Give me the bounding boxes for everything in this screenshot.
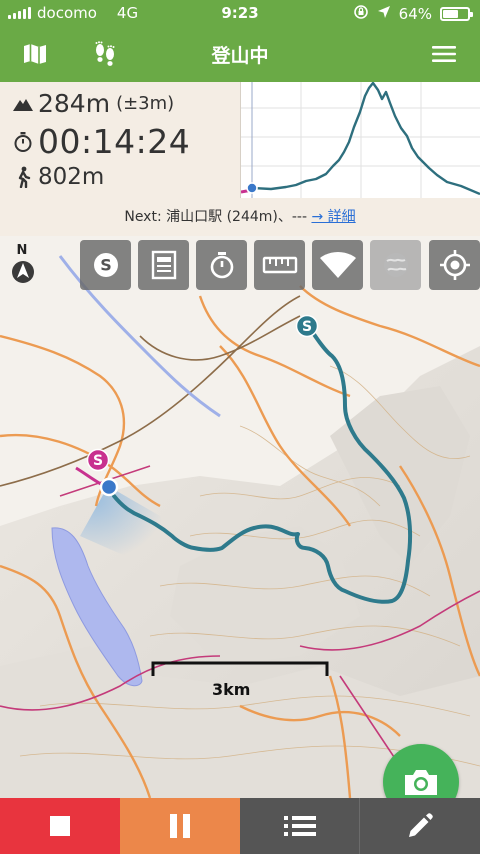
stop-icon <box>50 816 70 836</box>
edit-button[interactable] <box>360 798 480 854</box>
scale-label: 3km <box>212 680 251 699</box>
mountain-icon <box>12 93 34 115</box>
status-bar: docomo 4G 9:23 64% <box>0 0 480 27</box>
altitude-stat: 284m (±3m) <box>12 89 174 118</box>
distance-stat: 802m <box>12 164 104 190</box>
page-title: 登山中 <box>211 45 269 67</box>
bottom-action-bar <box>0 798 480 854</box>
signal-icon[interactable] <box>312 240 363 290</box>
svg-text:S: S <box>100 256 112 275</box>
app-header: docomo 4G 9:23 64% 登山中 <box>0 0 480 82</box>
walker-icon <box>12 166 34 188</box>
pause-button[interactable] <box>120 798 240 854</box>
track-start-marker[interactable]: S <box>86 448 110 472</box>
elevation-curve <box>251 81 480 196</box>
battery-percent: 64% <box>398 5 432 23</box>
pause-icon <box>170 814 190 838</box>
svg-text:N: N <box>17 243 28 258</box>
svg-text:S: S <box>302 319 312 335</box>
elevation-profile[interactable] <box>240 81 480 198</box>
stopwatch-icon[interactable] <box>196 240 247 290</box>
locate-icon[interactable] <box>429 240 480 290</box>
stopwatch-icon <box>12 131 34 153</box>
list-icon <box>283 816 316 836</box>
rotation-lock-icon <box>353 4 369 24</box>
map-view[interactable]: S S N S 3km <box>0 236 480 798</box>
tracking-info-panel: 284m (±3m) 00:14:24 802m Next: 浦山口駅 (244… <box>0 81 480 236</box>
hamburger-menu-icon[interactable] <box>427 38 461 70</box>
battery-icon <box>440 7 473 21</box>
camera-icon <box>405 770 437 795</box>
elapsed-time-value: 00:14:24 <box>38 122 191 161</box>
map-toolbar: S <box>80 240 480 290</box>
ruler-icon[interactable] <box>254 240 305 290</box>
nav-bar: 登山中 <box>0 27 480 82</box>
list-button[interactable] <box>240 798 360 854</box>
start-point-icon[interactable]: S <box>80 240 131 290</box>
notes-icon[interactable] <box>138 240 189 290</box>
current-position-dot <box>246 182 258 194</box>
next-waypoint-text: Next: 浦山口駅 (244m)、--- <box>124 209 308 225</box>
stats: 284m (±3m) 00:14:24 802m <box>0 82 240 198</box>
compass-icon[interactable]: N <box>8 242 38 286</box>
altitude-value: 284m <box>38 89 111 118</box>
globe-icon[interactable] <box>370 240 421 290</box>
topographic-map <box>0 255 480 798</box>
elapsed-time-stat: 00:14:24 <box>12 122 190 161</box>
details-link[interactable]: → 詳細 <box>311 209 355 225</box>
location-arrow-icon <box>377 5 391 23</box>
pencil-icon <box>409 813 433 837</box>
next-waypoint: Next: 浦山口駅 (244m)、--- → 詳細 <box>0 206 480 226</box>
route-start-marker[interactable]: S <box>295 314 319 338</box>
svg-text:S: S <box>93 453 103 469</box>
stop-button[interactable] <box>0 798 120 854</box>
altitude-accuracy: (±3m) <box>116 93 175 114</box>
current-location-dot <box>99 477 119 497</box>
distance-value: 802m <box>38 164 105 190</box>
